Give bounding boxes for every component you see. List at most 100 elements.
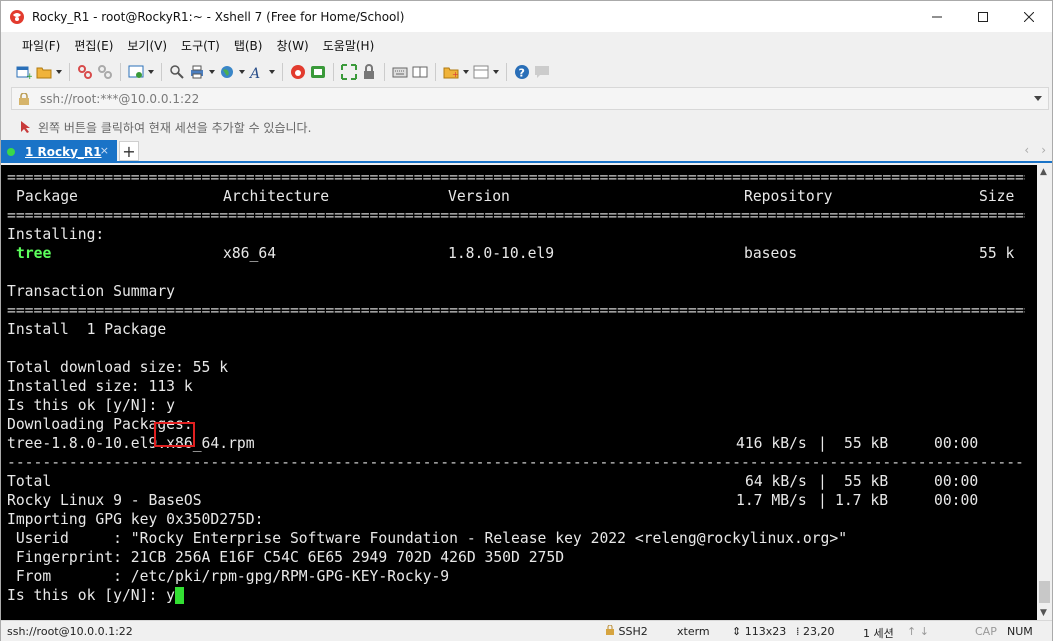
globe-icon[interactable]: [218, 63, 236, 81]
close-icon: [1024, 11, 1034, 22]
menu-file[interactable]: 파일(F): [15, 37, 67, 54]
connect-icon[interactable]: [76, 63, 94, 81]
address-bar[interactable]: ssh://root:***@10.0.0.1:22: [11, 87, 1049, 110]
minimize-button[interactable]: [914, 1, 960, 32]
new-tab-button[interactable]: +: [119, 141, 139, 161]
size-label: 113x23: [744, 625, 787, 638]
status-num: NUM: [1007, 625, 1033, 638]
xshell-icon[interactable]: [289, 63, 307, 81]
gpg-userid-line: Userid : "Rocky Enterprise Software Foun…: [7, 530, 848, 547]
arrow-down-icon[interactable]: ↓: [920, 625, 929, 638]
tab-close-icon[interactable]: ×: [100, 144, 109, 157]
properties-icon[interactable]: [127, 63, 145, 81]
menu-tools[interactable]: 도구(T): [174, 37, 227, 54]
menu-view[interactable]: 보기(V): [120, 37, 174, 54]
session-nav[interactable]: ↑ ↓: [907, 625, 929, 638]
add-session-icon[interactable]: +: [442, 63, 460, 81]
search-icon[interactable]: [168, 63, 186, 81]
chevron-down-icon[interactable]: [208, 63, 216, 81]
chevron-down-icon[interactable]: [268, 63, 276, 81]
chevron-down-icon[interactable]: [238, 63, 246, 81]
toolbar-divider: [435, 63, 436, 81]
position-label: 23,20: [803, 625, 835, 638]
close-window-button[interactable]: [1006, 1, 1052, 32]
xftp-icon[interactable]: [309, 63, 327, 81]
chevron-down-icon[interactable]: [462, 63, 470, 81]
status-bar: ssh://root@10.0.0.1:22 SSH2 xterm ⇕ 113x…: [1, 620, 1052, 641]
status-protocol: SSH2: [605, 624, 648, 638]
installing-label: Installing:: [7, 226, 105, 243]
xshell-window: Rocky_R1 - root@RockyR1:~ - Xshell 7 (Fr…: [0, 0, 1053, 641]
hint-text: 왼쪽 버튼을 클릭하여 현재 세션을 추가할 수 있습니다.: [38, 120, 312, 135]
fullscreen-icon[interactable]: [340, 63, 358, 81]
total-separator: |: [818, 473, 827, 490]
menu-help[interactable]: 도움말(H): [316, 37, 382, 54]
status-connection: ssh://root@10.0.0.1:22: [7, 625, 133, 638]
transfer-icon[interactable]: [411, 63, 429, 81]
total-size: 55 kB: [844, 473, 889, 490]
terminal-scrollbar[interactable]: ▲ ▼: [1037, 165, 1052, 620]
toolbar-divider: [506, 63, 507, 81]
resize-icon: ⇕: [732, 625, 742, 638]
repo-size: 1.7 kB: [835, 492, 889, 509]
layout-icon[interactable]: [472, 63, 490, 81]
chat-icon[interactable]: [533, 63, 551, 81]
print-icon[interactable]: [188, 63, 206, 81]
tab-rocky-r1[interactable]: 1 Rocky_R1 ×: [1, 140, 117, 163]
title-bar: Rocky_R1 - root@RockyR1:~ - Xshell 7 (Fr…: [1, 1, 1052, 32]
lock-icon[interactable]: [360, 63, 378, 81]
maximize-button[interactable]: [960, 1, 1006, 32]
arrow-up-icon[interactable]: ↑: [907, 625, 916, 638]
total-label: Total: [7, 473, 52, 490]
toolbar-divider: [69, 63, 70, 81]
chevron-down-icon[interactable]: [55, 63, 63, 81]
repo-time: 00:00: [934, 492, 979, 509]
gpg-import-line: Importing GPG key 0x350D275D:: [7, 511, 264, 528]
svg-text:+: +: [452, 70, 459, 79]
scroll-up-icon[interactable]: ▲: [1040, 167, 1047, 177]
keyboard-icon[interactable]: [391, 63, 409, 81]
terminal-cursor: [175, 587, 185, 604]
svg-text:?: ?: [519, 67, 525, 80]
header-repository: Repository: [744, 188, 833, 205]
chevron-down-icon[interactable]: [147, 63, 155, 81]
disconnect-icon[interactable]: [96, 63, 114, 81]
header-size: Size: [979, 188, 1015, 205]
toolbar-divider: [282, 63, 283, 81]
help-icon[interactable]: ?: [513, 63, 531, 81]
address-value: ssh://root:***@10.0.0.1:22: [40, 91, 200, 106]
scroll-down-icon[interactable]: ▼: [1040, 608, 1047, 618]
scroll-thumb[interactable]: [1039, 581, 1050, 603]
cursor-hint-icon: [21, 121, 30, 133]
rpm-size: 55 kB: [844, 435, 889, 452]
rpm-speed: 416 kB/s: [736, 435, 807, 452]
gpg-fingerprint-line: Fingerprint: 21CB 256A E16F C54C 6E65 29…: [7, 549, 565, 566]
header-package: Package: [16, 188, 78, 205]
terminal-output[interactable]: ========================================…: [1, 165, 1037, 620]
font-icon[interactable]: A: [248, 63, 266, 81]
tab-prev-icon[interactable]: ‹: [1024, 143, 1029, 157]
new-session-icon[interactable]: +: [15, 63, 33, 81]
open-folder-icon[interactable]: [35, 63, 53, 81]
lock-icon: [19, 92, 29, 105]
dash-separator-line: ----------------------------------------…: [7, 454, 1025, 471]
repo-separator: |: [818, 492, 827, 509]
menu-window[interactable]: 창(W): [269, 37, 315, 54]
menu-edit[interactable]: 편집(E): [67, 37, 120, 54]
separator-line: ========================================…: [7, 302, 1025, 319]
tab-next-icon[interactable]: ›: [1041, 143, 1046, 157]
rpm-separator: |: [818, 435, 827, 452]
separator-line: ========================================…: [7, 169, 1025, 186]
window-title: Rocky_R1 - root@RockyR1:~ - Xshell 7 (Fr…: [32, 9, 405, 24]
chevron-down-icon[interactable]: [492, 63, 500, 81]
menu-tab[interactable]: 탭(B): [227, 37, 270, 54]
toolbar: + A + ?: [1, 58, 1052, 86]
gpg-from-line: From : /etc/pki/rpm-gpg/RPM-GPG-KEY-Rock…: [7, 568, 450, 585]
toolbar-divider: [333, 63, 334, 81]
installed-size: Installed size: 113 k: [7, 378, 193, 395]
chevron-down-icon[interactable]: [1034, 94, 1042, 102]
repo-label: Rocky Linux 9 - BaseOS: [7, 492, 202, 509]
svg-text:A: A: [249, 66, 260, 80]
connected-status-icon: [7, 147, 15, 156]
status-terminal-type: xterm: [677, 625, 710, 638]
